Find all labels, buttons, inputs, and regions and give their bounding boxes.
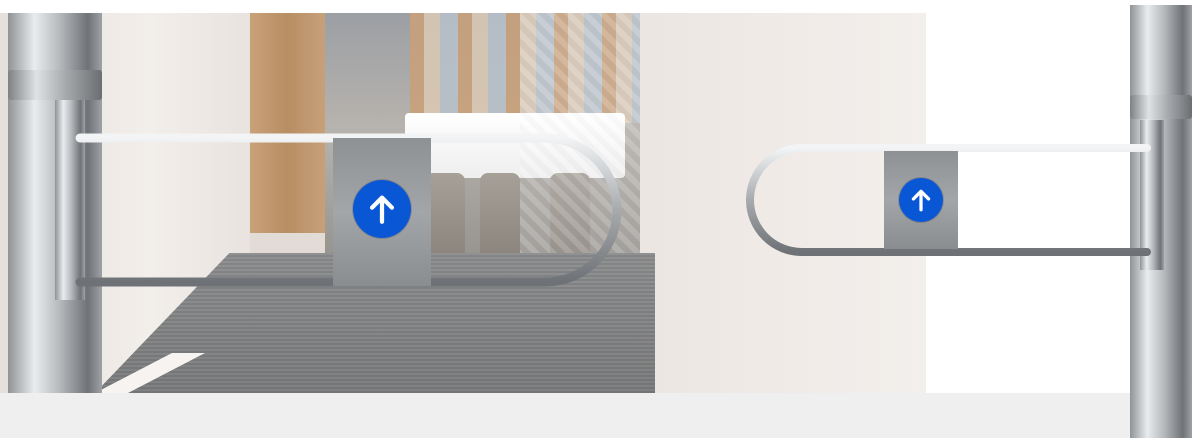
turnstile-scene [0,0,1192,438]
left-gate-post-collar [8,70,102,100]
arrow-up-icon [353,180,411,238]
right-gate-post-collar [1130,95,1192,119]
arrow-up-icon [899,178,943,222]
floor-strip [0,393,1192,438]
